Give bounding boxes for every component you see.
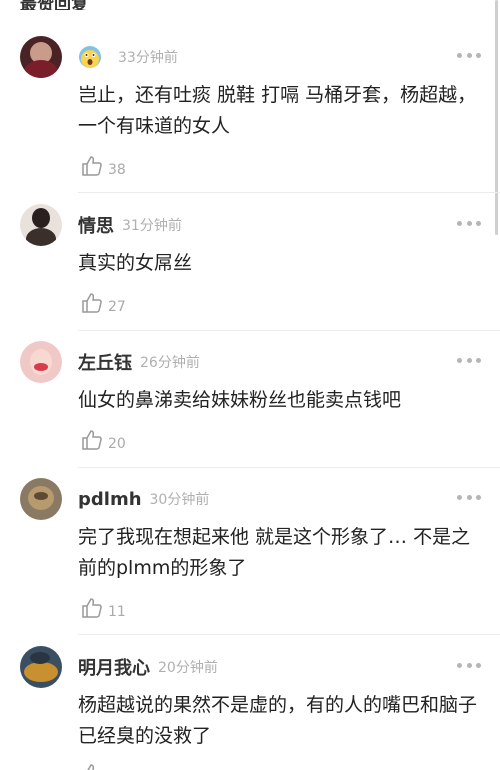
thumbs-up-icon <box>87 764 95 770</box>
divider <box>78 330 500 331</box>
thumbs-up-icon <box>82 430 102 450</box>
username[interactable]: pdlmh <box>78 489 142 510</box>
username[interactable]: 情思 <box>78 212 114 238</box>
timestamp: 33分钟前 <box>118 50 178 66</box>
divider <box>78 192 500 193</box>
thumbs-up-icon <box>82 598 102 618</box>
thumbs-up-icon <box>82 293 102 313</box>
comment-text: 完了我现在想起来他 就是这个形象了… 不是之前的plmm的形象了 <box>78 526 471 579</box>
avatar[interactable] <box>20 204 62 246</box>
more-options-icon[interactable] <box>457 219 481 227</box>
like-button[interactable]: 11 <box>80 594 126 620</box>
comment-text: 真实的女屌丝 <box>78 252 193 274</box>
avatar[interactable] <box>20 646 62 688</box>
divider <box>78 634 500 635</box>
thumbs-up-icon <box>82 156 102 176</box>
timestamp: 26分钟前 <box>140 355 200 371</box>
scrollbar[interactable] <box>495 0 498 235</box>
username[interactable]: 左丘钰 <box>78 349 132 375</box>
like-count: 27 <box>108 299 126 315</box>
screaming-face-emoji-icon <box>79 46 101 68</box>
timestamp: 20分钟前 <box>158 660 218 676</box>
like-button[interactable] <box>80 760 108 770</box>
like-button[interactable]: 27 <box>80 289 126 315</box>
more-options-icon[interactable] <box>457 493 481 501</box>
comment-text: 杨超越说的果然不是虚的，有的人的嘴巴和脑子已经臭的没救了 <box>78 694 478 747</box>
more-options-icon[interactable] <box>457 356 481 364</box>
like-button[interactable]: 20 <box>80 426 126 452</box>
timestamp: 30分钟前 <box>149 492 210 508</box>
comment-text: 岂止，还有吐痰 脱鞋 打嗝 马桶牙套，杨超越，一个有味道的女人 <box>78 84 477 137</box>
like-count: 20 <box>108 436 126 452</box>
section-title: 最赞回复 <box>20 0 88 10</box>
more-options-icon[interactable] <box>457 661 481 669</box>
like-count: 11 <box>108 604 126 620</box>
avatar[interactable] <box>20 341 62 383</box>
avatar[interactable] <box>20 478 62 520</box>
more-options-icon[interactable] <box>457 51 481 59</box>
avatar[interactable] <box>20 36 62 78</box>
like-count: 38 <box>108 162 126 178</box>
like-button[interactable]: 38 <box>80 152 126 178</box>
timestamp: 31分钟前 <box>122 218 182 234</box>
comment-text: 仙女的鼻涕卖给妹妹粉丝也能卖点钱吧 <box>78 389 402 411</box>
divider <box>78 467 500 468</box>
username[interactable]: 明月我心 <box>78 654 150 680</box>
